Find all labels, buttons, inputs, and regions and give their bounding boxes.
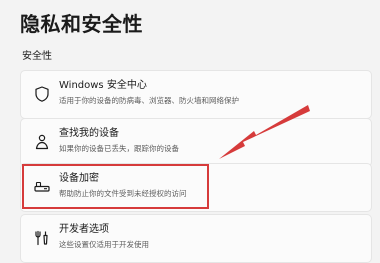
setting-developer-options[interactable]: 开发者选项 这些设置仅适用于开发使用 bbox=[20, 214, 372, 263]
section-label-security: 安全性 bbox=[22, 51, 52, 62]
setting-windows-security[interactable]: Windows 安全中心 适用于你的设备的防病毒、浏览器、防火墙和网络保护 bbox=[20, 70, 372, 119]
person-location-icon bbox=[33, 133, 51, 151]
setting-title: Windows 安全中心 bbox=[59, 80, 147, 91]
annotation-highlight-box bbox=[22, 164, 209, 209]
setting-description: 适用于你的设备的防病毒、浏览器、防火墙和网络保护 bbox=[59, 96, 239, 105]
setting-title: 查找我的设备 bbox=[59, 128, 119, 139]
setting-title: 开发者选项 bbox=[59, 224, 109, 235]
setting-description: 这些设置仅适用于开发使用 bbox=[59, 240, 149, 249]
setting-find-my-device[interactable]: 查找我的设备 如果你的设备已丢失，跟踪你的设备 bbox=[20, 118, 372, 167]
setting-description: 如果你的设备已丢失，跟踪你的设备 bbox=[59, 144, 179, 153]
shield-icon bbox=[33, 85, 51, 103]
page-title: 隐私和安全性 bbox=[20, 12, 143, 36]
developer-tools-icon bbox=[33, 229, 51, 247]
